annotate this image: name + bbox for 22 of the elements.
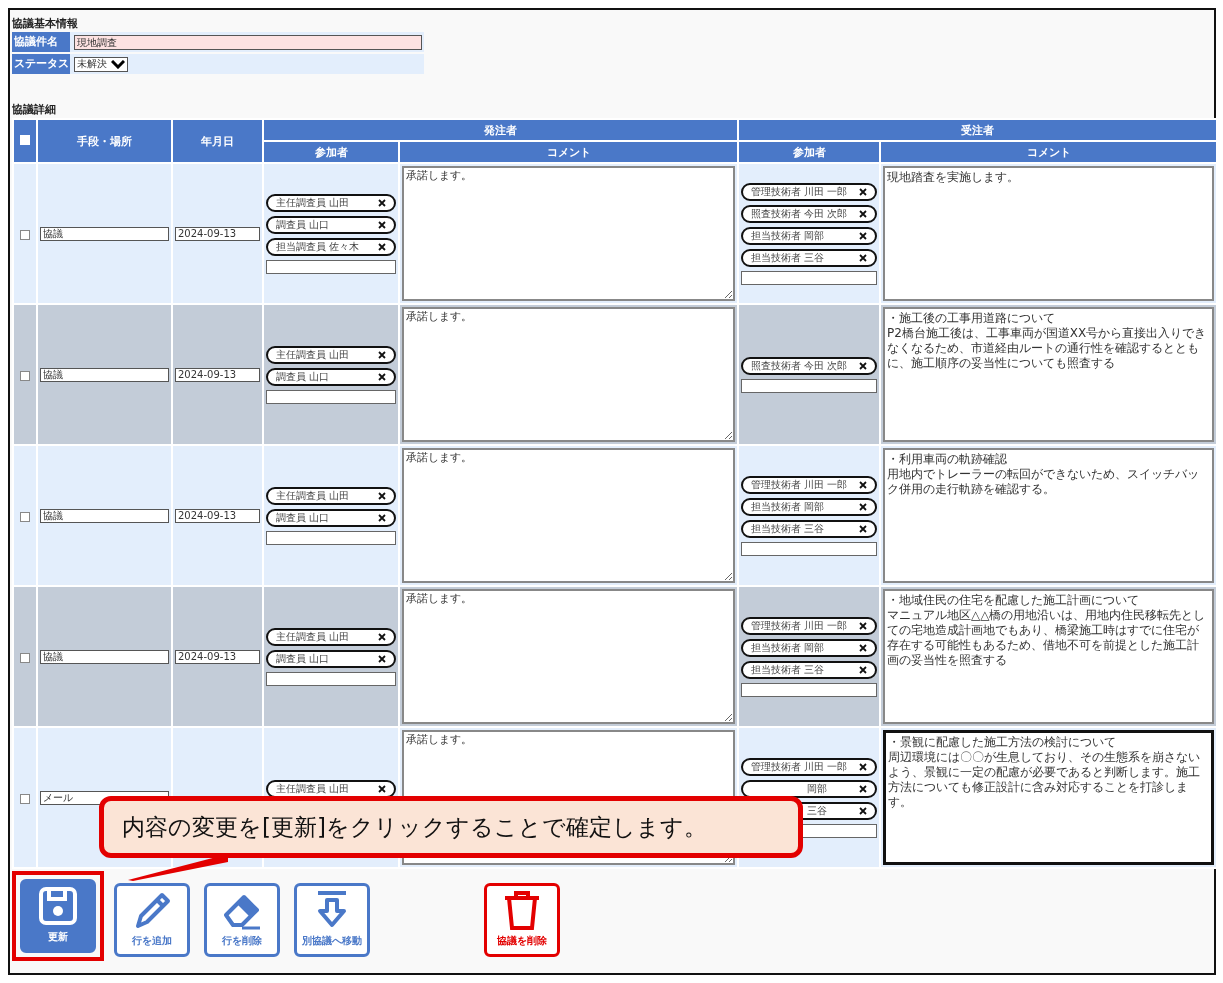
header-cell: 手段・場所 — [37, 119, 172, 163]
header-cell: 参加者 — [263, 141, 399, 163]
comment-text: P2橋台施工後は、工事車両が国道XX号から直接出入りできなくなるため、市道経由ルートの通行性を確認するとともに、施工順序の妥当性についても照査する — [887, 326, 1208, 371]
field-label: ステータス — [12, 54, 70, 74]
comment-text: ・地域住民の住宅を配慮した施工計画について — [887, 593, 1140, 608]
comment-text: マニュアル地区△△橋の用地沿いは、用地内住民移転先としての宅地造成計画地でもあり、橋梁施工時はすでに住宅が存在する可能性もあるため、借地不可を前提とした施工計画の妥当性を照査する — [887, 608, 1207, 668]
header-cell: コメント — [399, 141, 738, 163]
comment-text: 周辺環境には〇〇が生息しており、その生態系を崩さないよう、景観に一定の配慮が必要であると判断します。施工方法についても修正設計に含み対応することを打診します。 — [888, 750, 1201, 810]
section-title: 協議基本情報 — [12, 16, 79, 32]
comment-text: 現地踏査を実施します。 — [887, 170, 1020, 185]
header-cell: 年月日 — [172, 119, 263, 163]
comment-text: ・景観に配慮した施工方法の検討について — [888, 735, 1117, 750]
field-label: 協議件名 — [12, 32, 70, 52]
header-cell: 参加者 — [738, 141, 880, 163]
header-cell: コメント — [880, 141, 1217, 163]
header-cell: 発注者 — [263, 119, 738, 141]
hint-tooltip: 内容の変更を[更新]をクリックすることで確定します。 — [99, 796, 803, 858]
comment-text: 用地内でトレーラーの転回ができないため、スイッチバック併用の走行軌跡を確認する。 — [887, 467, 1200, 497]
header-cell: 受注者 — [738, 119, 1217, 141]
comment-text: ・施工後の工事用道路について — [887, 311, 1056, 326]
comment-text: ・利用車両の軌跡確認 — [887, 452, 1008, 467]
section-title: 協議詳細 — [12, 102, 57, 118]
